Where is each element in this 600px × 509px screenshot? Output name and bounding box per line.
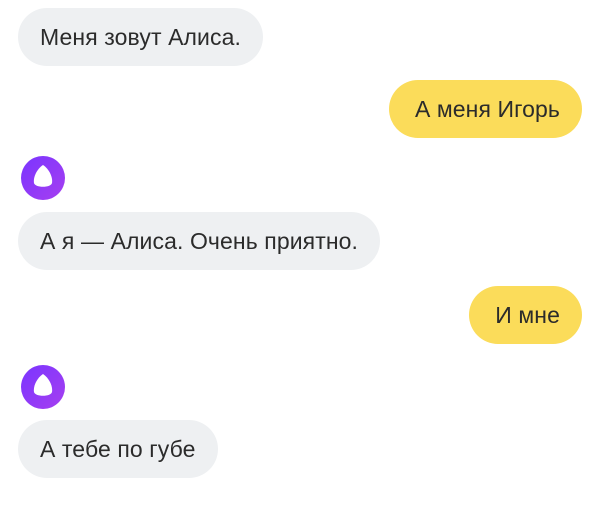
chat-thread: Меня зовут Алиса. А меня Игорь А я — Али… xyxy=(0,0,600,509)
user-message-1: А меня Игорь xyxy=(388,80,582,138)
message-text: И мне xyxy=(495,301,560,328)
assistant-message-2: А я — Алиса. Очень приятно. xyxy=(18,212,381,270)
message-text: Меня зовут Алиса. xyxy=(40,23,241,50)
alice-logo-icon xyxy=(20,155,66,201)
message-text: А меня Игорь xyxy=(414,95,560,122)
message-text: А я — Алиса. Очень приятно. xyxy=(40,227,359,254)
assistant-message-3: А тебе по губе xyxy=(18,420,218,478)
assistant-message-1: Меня зовут Алиса. xyxy=(18,8,263,66)
alice-logo-icon xyxy=(20,364,66,410)
message-text: А тебе по губе xyxy=(40,435,196,462)
user-message-2: И мне xyxy=(469,286,582,344)
